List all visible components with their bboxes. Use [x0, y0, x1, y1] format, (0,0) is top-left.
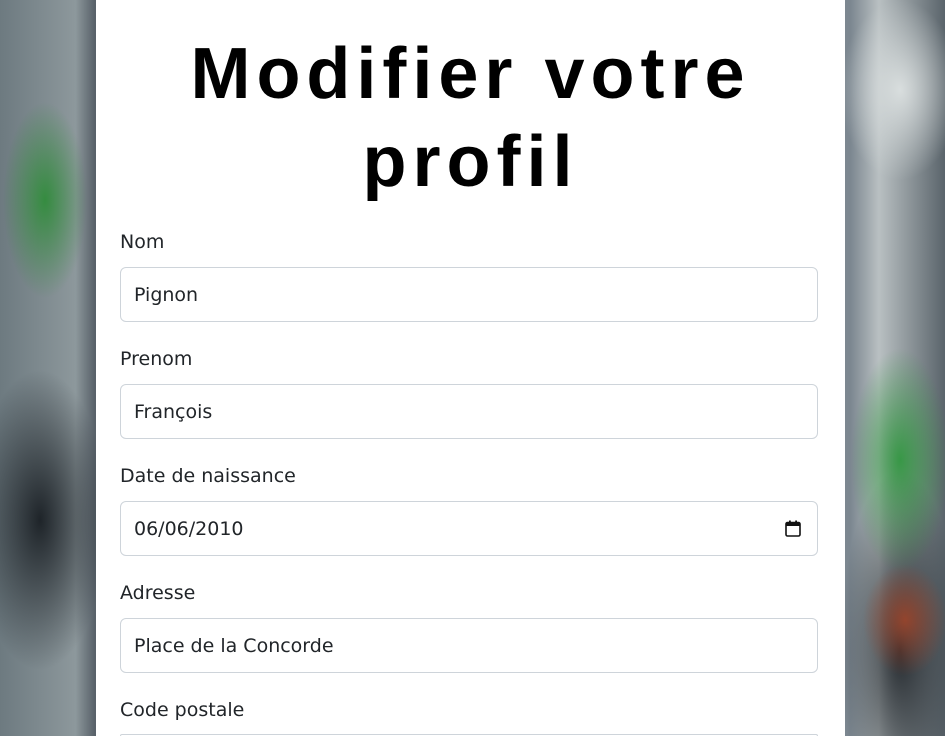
background-photo-right: [845, 0, 945, 736]
calendar-icon[interactable]: [785, 520, 801, 537]
prenom-label: Prenom: [120, 348, 193, 370]
date-naissance-label: Date de naissance: [120, 465, 296, 487]
nom-input[interactable]: Pignon: [120, 267, 818, 322]
prenom-value: François: [134, 400, 213, 423]
date-naissance-value: 06/06/2010: [134, 517, 244, 540]
nom-value: Pignon: [134, 283, 199, 306]
prenom-input[interactable]: François: [120, 384, 818, 439]
nom-label: Nom: [120, 231, 165, 253]
date-naissance-input[interactable]: 06/06/2010: [120, 501, 818, 556]
adresse-label: Adresse: [120, 582, 196, 604]
code-postale-label: Code postale: [120, 699, 245, 721]
profile-form-card: Modifier votre profil Nom Pignon Prenom …: [96, 0, 845, 736]
page-title: Modifier votre profil: [190, 34, 751, 202]
background-photo-left: [0, 0, 96, 736]
adresse-input[interactable]: Place de la Concorde: [120, 618, 818, 673]
adresse-value: Place de la Concorde: [134, 634, 334, 657]
